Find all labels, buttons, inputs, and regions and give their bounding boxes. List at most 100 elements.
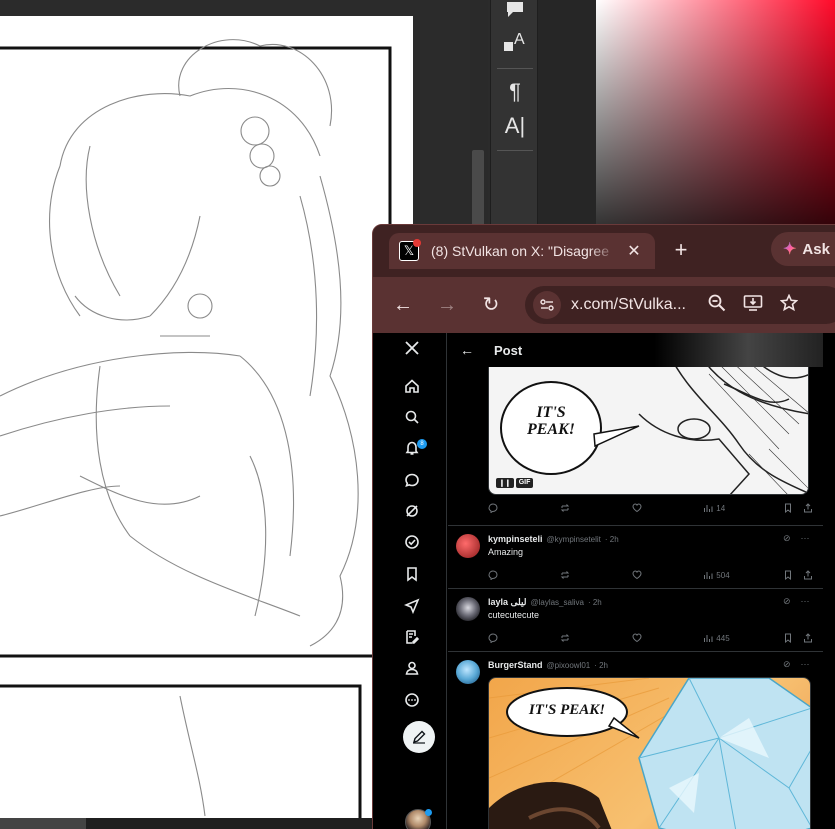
paragraph-icon[interactable]: ¶ [495,76,535,108]
reply-author-handle[interactable]: @laylas_saliva [530,598,583,607]
like-icon[interactable] [632,633,704,643]
page-scrollbar[interactable] [825,333,835,829]
comment-icon[interactable] [495,0,535,26]
comic-panel-image [489,678,810,829]
repost-icon[interactable] [560,633,632,643]
reply-time[interactable]: · 2h [594,661,608,670]
views-stat[interactable]: 445 [703,633,783,643]
canvas-scroll-thumb[interactable] [472,150,484,230]
sketch-drawing[interactable] [0,16,413,820]
reply-text: Amazing [488,547,524,557]
forward-button[interactable]: → [433,291,461,319]
views-icon [704,572,713,579]
reply-author-name[interactable]: kympinseteli [488,534,543,544]
reply-text: cutecutecute [488,610,540,620]
notification-badge: 8 [417,439,427,449]
reply-post[interactable]: BurgerStand @pixoowl01 · 2h ⊘ ··· [448,652,823,684]
reply-header: BurgerStand @pixoowl01 · 2h [488,660,608,670]
pause-badge[interactable]: ❙❙ [496,478,514,488]
reply-header: kympinseteli @kympinsetelit · 2h [488,534,619,544]
zoom-out-icon[interactable] [699,294,735,317]
like-icon[interactable] [632,503,704,513]
rocket-icon[interactable] [403,597,421,615]
views-icon [704,505,713,512]
x-logo-icon[interactable] [403,339,421,357]
x-sidebar-nav [373,333,447,829]
address-bar[interactable]: x.com/StVulka... [525,286,835,324]
repost-icon[interactable] [560,503,632,513]
compose-button[interactable] [403,721,435,753]
gif-media[interactable]: IT'S PEAK! ❙❙ GIF [488,353,809,495]
browser-window: 𝕏 (8) StVulkan on X: "Disagree ✕ + ✦ Ask… [372,224,835,829]
grok-icon[interactable]: ⊘ [783,659,791,670]
more-icon[interactable] [403,691,421,709]
views-stat[interactable]: 504 [703,570,783,580]
more-icon[interactable]: ··· [801,533,810,544]
new-tab-button[interactable]: + [669,237,693,263]
shape-text-icon[interactable]: A [495,26,535,58]
bookmark-post-icon[interactable] [783,570,803,580]
grok-icon[interactable]: ⊘ [783,596,791,607]
panel-gap [538,0,596,240]
more-icon[interactable]: ··· [801,659,810,670]
reply-avatar[interactable] [456,597,480,621]
reply-author-handle[interactable]: @pixoowl01 [547,661,591,670]
browser-toolbar: ← → ↻ x.com/StVulka... [373,277,835,333]
share-icon[interactable] [803,503,813,513]
reply-time[interactable]: · 2h [605,535,619,544]
close-tab-icon[interactable]: ✕ [625,241,643,261]
reply-image-media[interactable]: IT'S PEAK! [488,677,811,829]
reply-icon[interactable] [488,503,560,513]
grok-icon[interactable] [403,502,421,520]
reply-author-name[interactable]: layla ليلى [488,597,526,608]
messages-icon[interactable] [403,471,421,489]
reply-avatar[interactable] [456,660,480,684]
text-tool-icon[interactable]: A| [495,110,535,142]
views-icon [704,635,713,642]
site-settings-icon[interactable] [533,291,561,319]
repost-icon[interactable] [560,570,632,580]
bookmark-post-icon[interactable] [783,503,803,513]
ask-gemini-button[interactable]: ✦ Ask [771,232,835,266]
views-stat[interactable]: 14 [703,503,783,513]
bookmark-icon[interactable] [403,565,421,583]
post-header: ← Post [448,333,823,367]
screen: A ¶ A| 𝕏 (8) StVulkan on X: "Disagree ✕ … [0,0,835,829]
account-status-dot [425,809,432,816]
reply-post[interactable]: kympinseteli @kympinsetelit · 2h ⊘ ··· Am… [448,526,823,589]
ask-label: Ask [802,240,830,258]
speech-bubble-text: IT'S PEAK! [526,404,575,438]
edit-note-icon[interactable] [403,628,421,646]
reply-tools: ⊘ ··· [783,533,810,544]
profile-icon[interactable] [403,659,421,677]
bookmark-post-icon[interactable] [783,633,803,643]
install-app-icon[interactable] [735,294,771,317]
reply-actions: 504 [488,568,813,582]
share-icon[interactable] [803,570,813,580]
reply-author-name[interactable]: BurgerStand [488,660,543,670]
reply-avatar[interactable] [456,534,480,558]
reply-author-handle[interactable]: @kympinsetelit [547,535,601,544]
grok-icon[interactable]: ⊘ [783,533,791,544]
back-button[interactable]: ← [389,291,417,319]
search-icon[interactable] [403,408,421,426]
like-icon[interactable] [632,570,704,580]
verified-icon[interactable] [403,533,421,551]
reply-time[interactable]: · 2h [588,598,602,607]
reload-button[interactable]: ↻ [477,291,505,319]
views-count: 14 [716,503,726,513]
reply-post[interactable]: layla ليلى @laylas_saliva · 2h ⊘ ··· cute… [448,589,823,652]
back-arrow-icon[interactable]: ← [460,342,480,358]
reply-icon[interactable] [488,570,560,580]
views-count: 445 [716,633,730,643]
more-icon[interactable]: ··· [801,596,810,607]
bookmark-star-icon[interactable] [771,293,807,317]
toolstrip-divider [497,68,533,69]
sparkle-icon: ✦ [783,241,797,258]
browser-tab[interactable]: 𝕏 (8) StVulkan on X: "Disagree ✕ [389,233,655,269]
home-icon[interactable] [403,377,421,395]
color-picker-field[interactable] [596,0,835,240]
reply-icon[interactable] [488,633,560,643]
app-status-tab[interactable] [0,818,86,829]
share-icon[interactable] [803,633,813,643]
